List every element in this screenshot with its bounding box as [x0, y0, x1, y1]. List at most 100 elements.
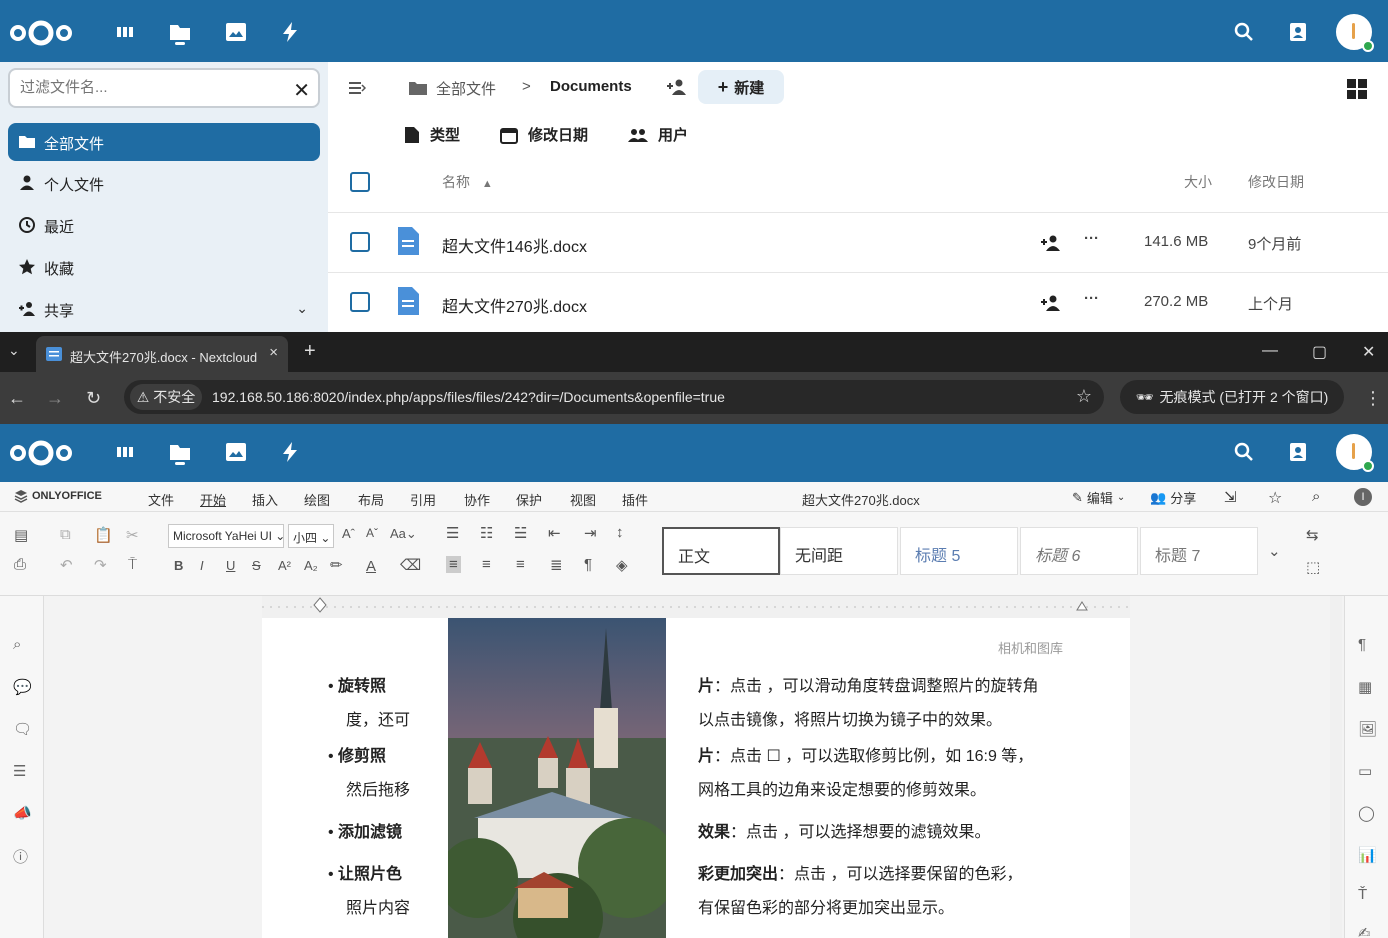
url-text[interactable]: 192.168.50.186:8020/index.php/apps/files…: [212, 389, 725, 405]
activity-app-icon[interactable]: [278, 20, 302, 44]
bold-icon[interactable]: B: [174, 558, 183, 573]
new-button[interactable]: + 新建: [698, 70, 784, 104]
search-icon[interactable]: ⌕: [1312, 488, 1320, 505]
tab-file[interactable]: 文件: [148, 490, 174, 509]
tab-home[interactable]: 开始: [200, 490, 226, 509]
superscript-icon[interactable]: A²: [278, 558, 291, 573]
filter-files-field[interactable]: ✕: [8, 68, 320, 108]
styles-expand-icon[interactable]: ⌄: [1268, 542, 1281, 560]
font-color-icon[interactable]: A: [366, 558, 376, 575]
subscript-icon[interactable]: A₂: [304, 558, 318, 573]
style-normal[interactable]: 正文: [662, 527, 780, 575]
paragraph-settings-icon[interactable]: ¶: [1358, 636, 1376, 654]
document-page[interactable]: 相机和图库 • 旋转照 度，还可 • 修剪照 然后拖移 • 添加滤镜 • 让照片…: [262, 618, 1130, 938]
feedback-icon[interactable]: 📣: [13, 804, 32, 822]
files-app-icon[interactable]: [168, 440, 192, 465]
grid-view-icon[interactable]: [1346, 78, 1368, 100]
user-avatar[interactable]: [1336, 434, 1374, 472]
incognito-badge[interactable]: 🕶 无痕模式 (已打开 2 个窗口): [1120, 380, 1344, 414]
sidebar-item-shares[interactable]: 共享 ⌄: [8, 290, 320, 328]
chevron-down-icon[interactable]: ⌄: [296, 300, 308, 317]
compare-icon[interactable]: ⇆: [1306, 526, 1319, 544]
filter-modified-button[interactable]: 修改日期: [500, 124, 588, 145]
change-case-icon[interactable]: Aa⌄: [390, 526, 417, 542]
dashboard-icon[interactable]: [114, 440, 138, 464]
highlight-icon[interactable]: ✏: [330, 556, 343, 574]
chart-settings-icon[interactable]: 📊: [1358, 846, 1377, 864]
decrease-font-icon[interactable]: Aˇ: [366, 526, 378, 540]
tab-layout[interactable]: 布局: [358, 490, 384, 509]
comments-icon[interactable]: 💬: [13, 678, 32, 696]
format-painter-icon[interactable]: ⍑: [128, 556, 137, 573]
column-header-modified[interactable]: 修改日期: [1248, 172, 1304, 192]
back-icon[interactable]: ←: [8, 388, 26, 409]
user-avatar-small[interactable]: I: [1354, 488, 1372, 506]
sidebar-item-all-files[interactable]: 全部文件: [8, 123, 320, 161]
nextcloud-logo[interactable]: [8, 438, 74, 468]
forward-icon[interactable]: →: [46, 388, 64, 409]
undo-icon[interactable]: ↶: [60, 556, 73, 574]
align-right-icon[interactable]: ≡: [516, 556, 525, 573]
style-no-spacing[interactable]: 无间距: [780, 527, 898, 575]
close-tab-icon[interactable]: ×: [269, 344, 278, 361]
tab-protection[interactable]: 保护: [516, 490, 542, 509]
browser-tab[interactable]: 超大文件270兆.docx - Nextcloud ×: [36, 336, 288, 372]
clear-filter-icon[interactable]: ✕: [293, 78, 310, 103]
style-heading-5[interactable]: 标题 5: [900, 527, 1018, 575]
style-heading-6[interactable]: 标题 6: [1020, 527, 1138, 575]
chat-icon[interactable]: 🗨: [13, 720, 32, 738]
select-all-icon[interactable]: ⬚: [1306, 558, 1320, 576]
favorite-star-icon[interactable]: ☆: [1268, 488, 1282, 508]
nextcloud-logo[interactable]: [8, 18, 74, 48]
clear-format-icon[interactable]: ⌫: [400, 556, 421, 574]
numbered-list-icon[interactable]: ☷: [480, 524, 493, 542]
cut-icon[interactable]: ✂: [126, 526, 139, 544]
strikethrough-icon[interactable]: S: [252, 558, 261, 573]
sidebar-item-recent[interactable]: 最近: [8, 206, 320, 244]
vertical-scrollbar[interactable]: [1330, 596, 1342, 938]
more-actions-icon[interactable]: ···: [1084, 290, 1099, 307]
font-family-select[interactable]: Microsoft YaHei UI ⌄: [168, 524, 285, 548]
increase-font-icon[interactable]: Aˆ: [342, 526, 355, 541]
info-icon[interactable]: ⓘ: [13, 846, 31, 866]
contacts-icon[interactable]: [1286, 20, 1310, 44]
line-spacing-icon[interactable]: ↕: [616, 524, 624, 541]
tab-view[interactable]: 视图: [570, 490, 596, 509]
photos-app-icon[interactable]: [224, 440, 248, 464]
tab-references[interactable]: 引用: [410, 490, 436, 509]
italic-icon[interactable]: I: [200, 558, 204, 573]
style-heading-7[interactable]: 标题 7: [1140, 527, 1258, 575]
share-file-icon[interactable]: [1040, 234, 1062, 252]
photos-app-icon[interactable]: [224, 20, 248, 44]
activity-app-icon[interactable]: [278, 440, 302, 464]
shading-icon[interactable]: ◈: [616, 556, 628, 574]
reload-icon[interactable]: ↻: [86, 388, 101, 409]
shape-settings-icon[interactable]: ◯: [1358, 804, 1376, 822]
share-folder-icon[interactable]: [666, 78, 688, 96]
share-button[interactable]: 👥 分享: [1150, 488, 1196, 507]
tab-plugins[interactable]: 插件: [622, 490, 648, 509]
share-file-icon[interactable]: [1040, 294, 1062, 312]
filter-type-button[interactable]: 类型: [404, 124, 460, 145]
file-name[interactable]: 超大文件146兆.docx: [442, 233, 587, 257]
justify-icon[interactable]: ≣: [550, 556, 563, 574]
contacts-icon[interactable]: [1286, 440, 1310, 464]
insecure-badge[interactable]: ⚠ 不安全: [130, 384, 202, 410]
align-left-icon[interactable]: ≡: [446, 556, 461, 573]
multilevel-list-icon[interactable]: ☱: [514, 524, 527, 542]
more-actions-icon[interactable]: ···: [1084, 230, 1099, 247]
dashboard-icon[interactable]: [114, 20, 138, 44]
horizontal-ruler[interactable]: [262, 596, 1130, 618]
search-icon[interactable]: [1232, 440, 1256, 464]
paste-icon[interactable]: 📋: [94, 526, 113, 544]
table-settings-icon[interactable]: ▦: [1358, 678, 1376, 696]
embedded-photo-castle[interactable]: [448, 618, 666, 938]
font-size-select[interactable]: 小四 ⌄: [288, 524, 334, 548]
files-app-icon[interactable]: [168, 20, 192, 45]
bookmark-star-icon[interactable]: ☆: [1076, 386, 1092, 407]
select-all-checkbox[interactable]: [350, 172, 370, 192]
filter-files-input[interactable]: [20, 79, 270, 96]
paragraph-marks-icon[interactable]: ¶: [584, 556, 592, 573]
filter-people-button[interactable]: 用户: [628, 124, 688, 145]
breadcrumb-current[interactable]: Documents: [550, 78, 632, 95]
